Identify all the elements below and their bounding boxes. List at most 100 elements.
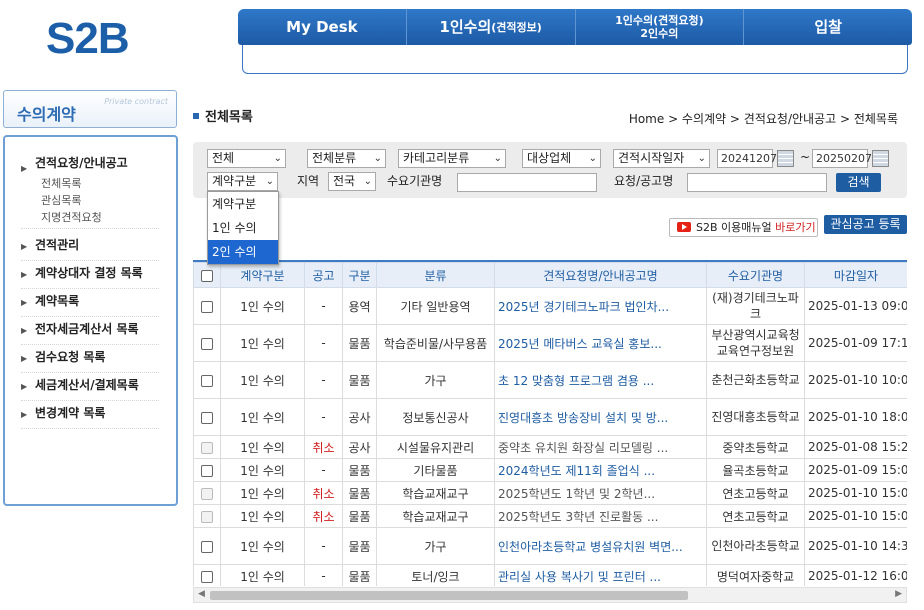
header-contract-type: 계약구분 (220, 262, 305, 288)
cell-contract-type: 1인 수의 (220, 564, 305, 586)
table-row[interactable]: 1인 수의 - 물품 기타물품 2024학년도 제11회 졸업식 ... 율곡초등학교 20… (193, 458, 907, 482)
results-table-container: 계약구분 공고 구분 분류 견적요청명/안내공고명 수요기관명 마감일자 1인 … (193, 260, 907, 586)
row-checkbox-cell[interactable] (193, 398, 221, 436)
dropdown-option-double[interactable]: 2인 수의 (208, 240, 278, 264)
cell-deadline: 2025-01-10 15:00 (804, 481, 907, 505)
date-to-input[interactable]: 20250207 (812, 149, 872, 168)
date-from-input[interactable]: 20241207 (717, 149, 777, 168)
nav-my-desk[interactable]: My Desk (238, 9, 407, 45)
cell-title-link[interactable]: 초 12 맞춤형 프로그램 겸용 ... (494, 361, 707, 399)
horizontal-scrollbar[interactable]: ◀ ▶ (193, 587, 907, 603)
search-button[interactable]: 검색 (836, 173, 881, 192)
dropdown-option-single[interactable]: 1인 수의 (208, 216, 278, 240)
s2b-logo[interactable]: S2B (46, 14, 130, 64)
row-checkbox-cell[interactable] (193, 324, 221, 362)
sidebar-item-quote-management[interactable]: 견적관리 (21, 233, 159, 261)
sidebar-item-tax-payment[interactable]: 세금계산서/결제목록 (21, 373, 159, 401)
region-select[interactable]: 전국 ⌄ (328, 172, 376, 191)
sub-navigation-bar (242, 45, 908, 74)
nav-quote-request[interactable]: 1인수의(견적요청) 2인수의 (576, 9, 745, 45)
category-all-select-value: 전체분류 (312, 151, 357, 165)
sidebar-item-contract-list[interactable]: 계약목록 (21, 289, 159, 317)
cell-contract-type: 1인 수의 (220, 324, 305, 362)
nav-quote-request-line2: 2인수의 (640, 27, 679, 40)
cell-title-link[interactable]: 2024학년도 제11회 졸업식 ... (494, 458, 707, 482)
register-interest-button[interactable]: 관심공고 등록 (824, 215, 907, 234)
nav-single-contract[interactable]: 1인수의 (견적정보) (407, 9, 576, 45)
sidebar-item-quote-request[interactable]: 견적요청/안내공고 (21, 155, 159, 177)
row-checkbox[interactable] (201, 540, 213, 553)
scroll-left-icon[interactable]: ◀ (198, 589, 205, 599)
cell-notice: - (304, 527, 343, 565)
cell-classification: 학습교재교구 (376, 481, 495, 505)
contract-type-dropdown: 계약구분 1인 수의 2인 수의 (207, 191, 279, 265)
agency-input[interactable] (457, 173, 597, 192)
row-checkbox[interactable] (201, 441, 213, 454)
sidebar-subitem-named-quote[interactable]: 지명견적요청 (41, 209, 159, 226)
category-all-select[interactable]: 전체분류 ⌄ (307, 149, 386, 168)
header-select-all[interactable] (193, 262, 221, 288)
sidebar-subitem-all-list[interactable]: 전체목록 (41, 175, 159, 192)
table-row[interactable]: 1인 수의 - 공사 정보통신공사 진영대흥초 방송장비 설치 및 방... 진영대흥초등… (193, 398, 907, 436)
chevron-down-icon: ⌄ (363, 176, 372, 187)
table-row[interactable]: 1인 수의 취소 공사 시설물유지관리 중약초 유치원 화장실 리모델링 ... 중약초등… (193, 435, 907, 459)
cell-agency: 춘천근화초등학교 (706, 361, 805, 399)
category-select[interactable]: 카테고리분류 ⌄ (398, 149, 506, 168)
cell-title-link[interactable]: 2025년 메타버스 교육실 홍보... (494, 324, 707, 362)
cell-title-link[interactable]: 2025년 경기테크노파크 법인차... (494, 287, 707, 325)
calendar-icon[interactable] (777, 150, 794, 167)
contract-type-select[interactable]: 계약구분 ⌄ (207, 172, 278, 191)
cell-title-link[interactable]: 인천아라초등학교 병설유치원 벽면... (494, 527, 707, 565)
row-checkbox-cell[interactable] (193, 564, 221, 586)
row-checkbox-cell[interactable] (193, 361, 221, 399)
row-checkbox-cell[interactable] (193, 527, 221, 565)
row-checkbox-cell[interactable] (193, 287, 221, 325)
target-select[interactable]: 대상업체 ⌄ (522, 149, 601, 168)
manual-link-button[interactable]: S2B 이용매뉴얼 바로가기 (669, 218, 818, 237)
table-row[interactable]: 1인 수의 취소 물품 학습교재교구 2025학년도 3학년 진로활동 ... 연초고등학… (193, 504, 907, 528)
row-checkbox-cell[interactable] (193, 458, 221, 482)
sidebar-item-inspection-request[interactable]: 검수요청 목록 (21, 345, 159, 373)
sidebar-item-change-contract[interactable]: 변경계약 목록 (21, 401, 159, 429)
row-checkbox-cell[interactable] (193, 504, 221, 528)
cell-title-link[interactable]: 진영대흥초 방송장비 설치 및 방... (494, 398, 707, 436)
table-row[interactable]: 1인 수의 취소 물품 학습교재교구 2025학년도 1학년 및 2학년... 연초고등학… (193, 481, 907, 505)
row-checkbox[interactable] (201, 411, 213, 424)
scrollbar-thumb[interactable] (210, 591, 688, 600)
row-checkbox[interactable] (201, 510, 213, 523)
table-row[interactable]: 1인 수의 - 물품 가구 초 12 맞춤형 프로그램 겸용 ... 춘천근화초등학교 20… (193, 361, 907, 399)
table-row[interactable]: 1인 수의 - 물품 토너/잉크 관리실 사용 복사기 및 프린터 ... 명덕여자중학교… (193, 564, 907, 586)
scroll-right-icon[interactable]: ▶ (895, 589, 902, 599)
table-row[interactable]: 1인 수의 - 물품 가구 인천아라초등학교 병설유치원 벽면... 인천아라초등학교 20… (193, 527, 907, 565)
row-checkbox-cell[interactable] (193, 435, 221, 459)
cell-title-link[interactable]: 관리실 사용 복사기 및 프린터 ... (494, 564, 707, 586)
sidebar-item-contractor-decision[interactable]: 계약상대자 결정 목록 (21, 261, 159, 289)
nav-bid[interactable]: 입찰 (744, 9, 912, 45)
row-checkbox[interactable] (201, 374, 213, 387)
row-checkbox-cell[interactable] (193, 481, 221, 505)
nav-my-desk-label: My Desk (286, 17, 358, 36)
row-checkbox[interactable] (201, 337, 213, 350)
row-checkbox[interactable] (201, 300, 213, 313)
date-type-select[interactable]: 견적시작일자 ⌄ (613, 149, 710, 168)
scope-select[interactable]: 전체 ⌄ (207, 149, 286, 168)
title-input[interactable] (687, 173, 827, 192)
cell-notice: 취소 (304, 504, 343, 528)
dropdown-option-contract-type[interactable]: 계약구분 (208, 192, 278, 216)
sidebar-item-e-tax-invoice[interactable]: 전자세금계산서 목록 (21, 317, 159, 345)
calendar-icon[interactable] (872, 150, 889, 167)
cell-title-link[interactable]: 2025학년도 3학년 진로활동 ... (494, 504, 707, 528)
table-row[interactable]: 1인 수의 - 용역 기타 일반용역 2025년 경기테크노파크 법인차... (재)경기… (193, 287, 907, 325)
cell-title-link[interactable]: 중약초 유치원 화장실 리모델링 ... (494, 435, 707, 459)
cell-title-link[interactable]: 2025학년도 1학년 및 2학년... (494, 481, 707, 505)
cell-deadline: 2025-01-10 14:30 (804, 527, 907, 565)
row-checkbox[interactable] (201, 464, 213, 477)
select-all-checkbox[interactable] (201, 269, 213, 282)
sidebar-submenu: 전체목록 관심목록 지명견적요청 (21, 175, 159, 229)
breadcrumb: Home > 수의계약 > 견적요청/안내공고 > 전체목록 (628, 112, 898, 126)
row-checkbox[interactable] (201, 487, 213, 500)
cell-kind: 물품 (342, 504, 377, 528)
row-checkbox[interactable] (201, 570, 213, 583)
sidebar-subitem-interest-list[interactable]: 관심목록 (41, 192, 159, 209)
table-row[interactable]: 1인 수의 - 물품 학습준비물/사무용품 2025년 메타버스 교육실 홍보... 부산… (193, 324, 907, 362)
